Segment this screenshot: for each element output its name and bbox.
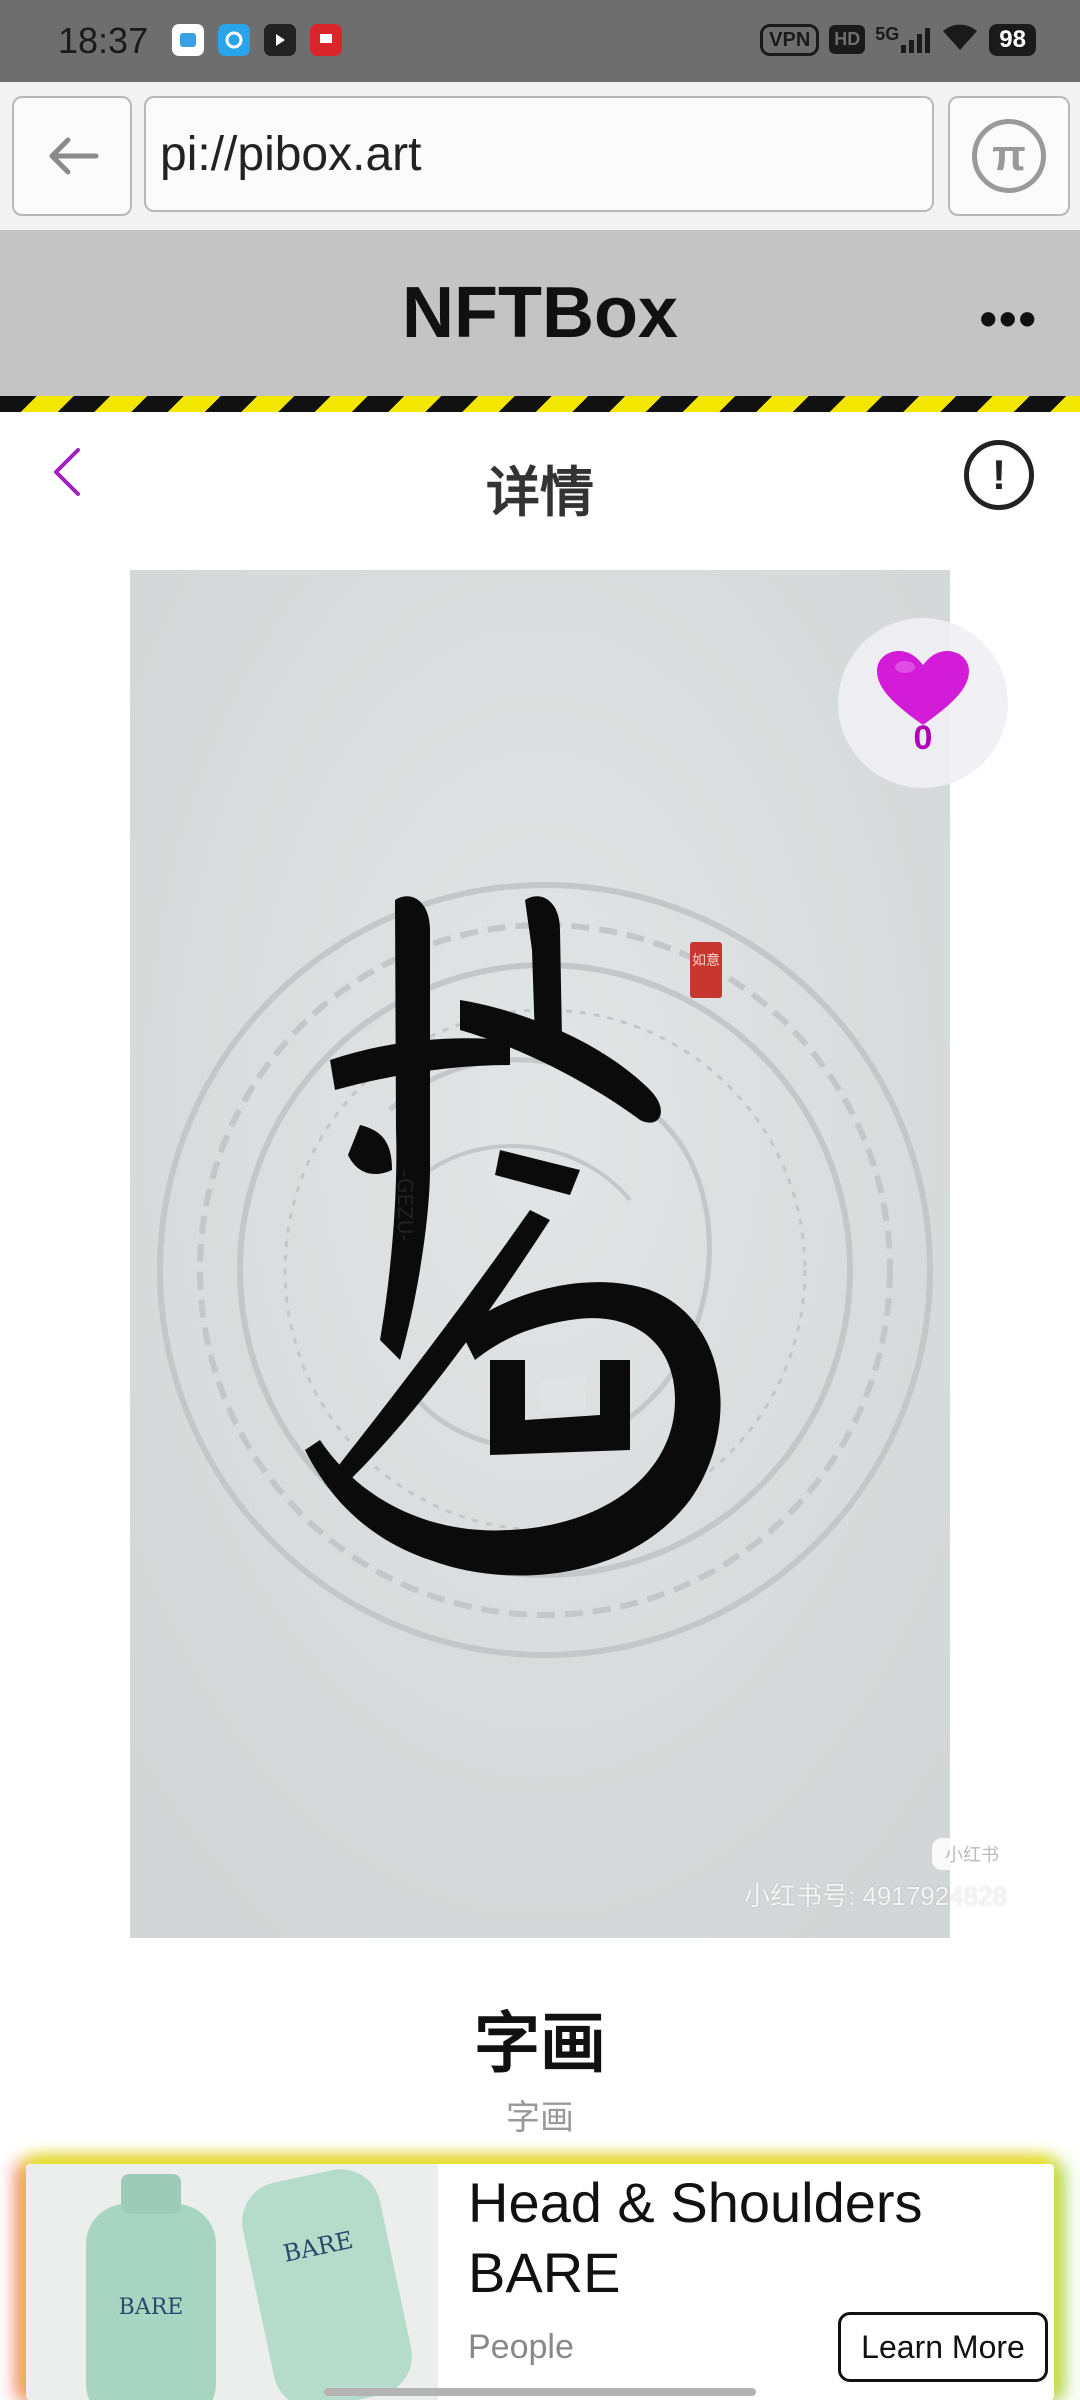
nft-artwork-image[interactable]: 如意 -GEZU- — [130, 570, 950, 1938]
picc-app-icon — [310, 24, 342, 56]
calligraphy-artwork: 如意 -GEZU- — [130, 570, 950, 1938]
detail-header: 详情 ! — [0, 412, 1080, 542]
exclamation-icon: ! — [992, 451, 1006, 498]
wifi-icon — [941, 22, 979, 57]
hd-badge: HD — [829, 25, 866, 54]
artist-signature: -GEZU- — [393, 1170, 417, 1242]
hazard-stripe-divider — [0, 396, 1080, 412]
xiaohongshu-watermark-badge: 小红书 — [932, 1838, 1012, 1870]
like-count: 0 — [913, 718, 933, 757]
ad-title: Head & Shoulders BARE — [468, 2171, 923, 2304]
ad-product-image: BARE BARE — [26, 2164, 438, 2400]
status-time: 18:37 — [58, 20, 149, 61]
seal-text: 如意 — [692, 952, 720, 969]
arrow-left-icon — [49, 137, 99, 175]
nft-subtitle: 字画 — [506, 2099, 574, 2137]
ad-brand: People — [468, 2328, 574, 2366]
messages-app-icon — [172, 24, 204, 56]
video-app-icon — [264, 24, 296, 56]
home-indicator[interactable] — [324, 2388, 756, 2396]
like-button[interactable]: 0 — [838, 618, 1008, 788]
status-bar: 18:37 VPN HD 5G 98 — [0, 0, 1080, 82]
page-title: 详情 — [486, 463, 594, 523]
signal-icon: 5G — [875, 24, 931, 53]
system-indicators: VPN HD 5G 98 — [760, 22, 1036, 57]
red-seal-stamp: 如意 — [690, 942, 722, 998]
pi-wallet-button[interactable]: π — [948, 96, 1070, 216]
browser-toolbar: pi://pibox.art π — [0, 82, 1080, 230]
ad-banner[interactable]: BARE BARE Head & Shoulders BARE People L… — [26, 2164, 1054, 2400]
app-title: NFTBox — [402, 273, 678, 353]
report-info-button[interactable]: ! — [964, 440, 1034, 510]
url-text: pi://pibox.art — [160, 127, 422, 181]
url-bar[interactable]: pi://pibox.art — [144, 96, 934, 212]
notification-icons — [172, 24, 342, 56]
browser-back-button[interactable] — [12, 96, 132, 216]
svg-text:BARE: BARE — [119, 2295, 184, 2320]
more-options-icon[interactable]: ••• — [979, 290, 1038, 348]
battery-indicator: 98 — [989, 23, 1036, 56]
pi-icon: π — [972, 119, 1046, 193]
learn-more-button[interactable]: Learn More — [838, 2312, 1048, 2382]
nft-title: 字画 — [474, 2006, 606, 2080]
xiaohongshu-watermark-id: 小红书号: 4917924828 — [744, 1881, 1008, 1911]
browser-app-icon — [218, 24, 250, 56]
vpn-badge: VPN — [760, 23, 820, 56]
heart-icon — [877, 650, 969, 725]
app-header: NFTBox ••• — [0, 230, 1080, 396]
